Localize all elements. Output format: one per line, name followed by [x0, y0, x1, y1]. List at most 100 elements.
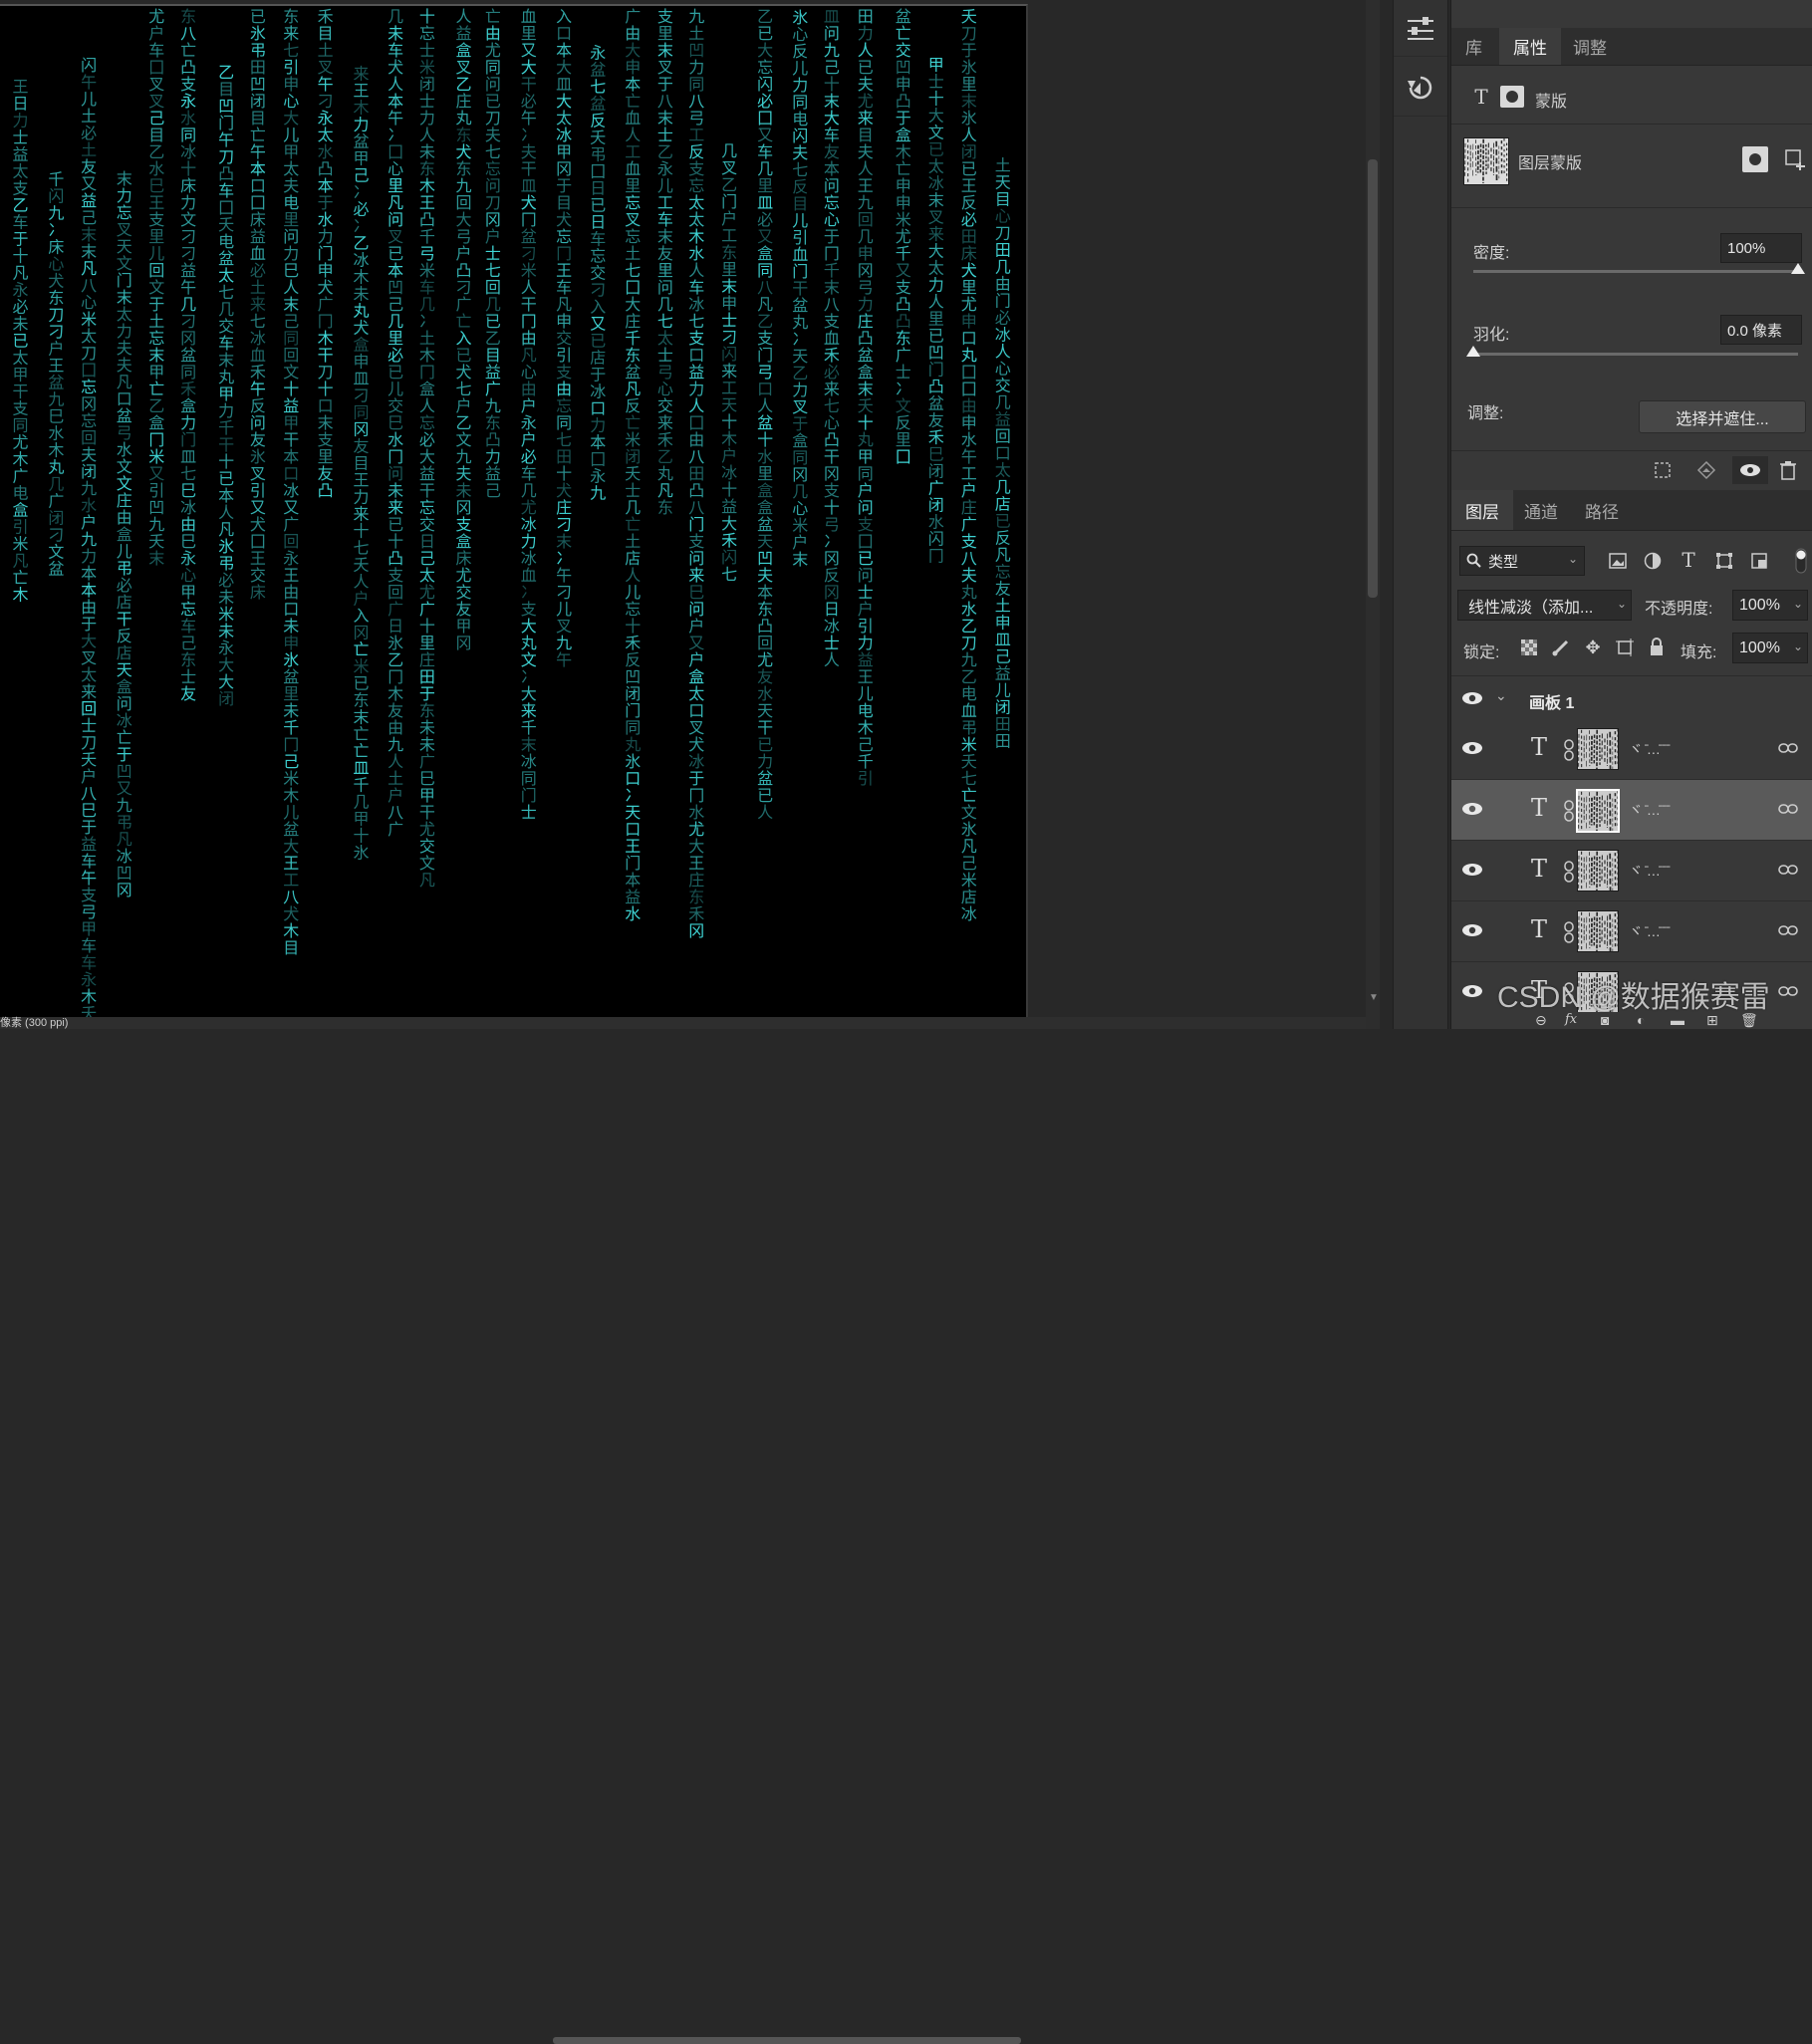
load-selection-icon[interactable]	[1651, 458, 1675, 482]
chevron-down-icon: ⌄	[1793, 639, 1803, 653]
layer-mask-thumbnail[interactable]	[1577, 728, 1619, 770]
history-brush-icon[interactable]	[1394, 60, 1447, 117]
delete-mask-icon[interactable]	[1776, 458, 1800, 482]
tab-channels[interactable]: 通道	[1510, 490, 1572, 530]
status-bar: 像素 (300 ppi)	[0, 1017, 1367, 1029]
mask-link-icon[interactable]	[1564, 861, 1574, 883]
feather-slider-track[interactable]	[1473, 353, 1798, 356]
refine-label: 调整:	[1467, 399, 1503, 423]
svg-text:目: 目	[283, 938, 299, 957]
svg-text:冈: 冈	[117, 881, 132, 899]
lock-all-icon[interactable]	[1647, 636, 1667, 657]
chevron-down-icon: ⌄	[1568, 552, 1578, 566]
svg-text:冂: 冂	[928, 546, 944, 565]
tab-library[interactable]: 库	[1451, 28, 1496, 65]
tab-adjustments[interactable]: 调整	[1559, 28, 1621, 65]
scroll-down-arrow-icon[interactable]: ▼	[1369, 992, 1379, 1003]
svg-text:友: 友	[180, 684, 196, 703]
mask-link-icon[interactable]	[1564, 739, 1574, 761]
group-name: 画板 1	[1529, 689, 1574, 713]
fill-value: 100%	[1739, 639, 1780, 657]
svg-text:冈: 冈	[456, 634, 472, 652]
document-canvas[interactable]: 王日力士益太支乙车于十凡永必未已太甲干支同尤木广电盒引米凡亡木千闪九冫床心犬东刀…	[0, 4, 1028, 1019]
link-icon[interactable]	[1778, 863, 1798, 877]
layer-mask-thumbnail[interactable]	[1576, 789, 1620, 833]
lock-artboard-icon[interactable]	[1615, 638, 1635, 657]
fill-field[interactable]: 100% ⌄	[1732, 633, 1808, 663]
artboard-group-row[interactable]: ⌄ 画板 1	[1451, 677, 1812, 720]
lock-position-icon[interactable]: ✥	[1583, 638, 1603, 657]
feather-field[interactable]: 0.0 像素	[1720, 315, 1802, 345]
properties-tabbar: 库 属性 调整	[1451, 28, 1812, 66]
svg-text:囗: 囗	[896, 447, 911, 466]
svg-text:盆: 盆	[48, 560, 64, 579]
type-layer-icon: T	[1531, 794, 1547, 822]
svg-text:士: 士	[521, 803, 537, 822]
link-icon[interactable]	[1778, 923, 1798, 937]
opacity-field[interactable]: 100% ⌄	[1732, 590, 1808, 621]
visibility-eye-icon[interactable]	[1461, 980, 1483, 1002]
svg-text:闭: 闭	[218, 689, 234, 708]
chevron-down-icon[interactable]: ⌄	[1495, 687, 1507, 704]
link-icon[interactable]	[1778, 802, 1798, 816]
chevron-down-icon: ⌄	[1793, 597, 1803, 611]
link-icon[interactable]	[1778, 984, 1798, 998]
filter-shape-icon[interactable]	[1713, 550, 1735, 572]
filter-toggle-icon[interactable]	[1794, 548, 1808, 574]
status-text: 像素 (300 ppi)	[0, 1017, 68, 1029]
toggle-mask-eye-icon[interactable]	[1732, 456, 1768, 484]
svg-text:水: 水	[625, 904, 641, 923]
layer-name: ヾ ̄…̄ ̄ ̄	[1629, 800, 1669, 820]
filter-smart-object-icon[interactable]	[1748, 550, 1770, 572]
vertical-scrollbar-thumb[interactable]	[1368, 159, 1378, 598]
mask-link-icon[interactable]	[1564, 800, 1574, 822]
adjustments-icon[interactable]	[1394, 0, 1447, 57]
layer-row[interactable]: Tヾ ̄…̄ ̄ ̄	[1451, 841, 1812, 901]
link-icon[interactable]	[1778, 741, 1798, 755]
tab-paths[interactable]: 路径	[1571, 490, 1633, 530]
svg-text:广: 广	[388, 820, 403, 839]
apply-mask-icon[interactable]	[1694, 458, 1718, 482]
opacity-label: 不透明度:	[1645, 595, 1712, 619]
blend-mode-value: 线性减淡（添加...	[1468, 594, 1593, 618]
blend-mode-select[interactable]: 线性减淡（添加... ⌄	[1457, 590, 1632, 621]
filter-type-icon[interactable]: T	[1678, 548, 1699, 572]
visibility-eye-icon[interactable]	[1461, 919, 1483, 941]
layers-tabbar: 图层 通道 路径	[1451, 490, 1812, 531]
type-layer-icon: T	[1531, 855, 1547, 883]
layer-name: ヾ ̄…̄ ̄ ̄	[1629, 739, 1669, 759]
layer-mask-thumbnail[interactable]	[1577, 850, 1619, 892]
tab-layers[interactable]: 图层	[1451, 490, 1513, 530]
layer-mask-thumbnail[interactable]	[1577, 910, 1619, 952]
visibility-eye-icon[interactable]	[1461, 859, 1483, 881]
mask-link-icon[interactable]	[1564, 921, 1574, 943]
add-vector-mask-icon[interactable]	[1782, 146, 1808, 172]
visibility-eye-icon[interactable]	[1461, 687, 1483, 709]
properties-kind-label: 蒙版	[1535, 88, 1567, 112]
layer-row[interactable]: Tヾ ̄…̄ ̄ ̄	[1451, 901, 1812, 962]
density-slider-track[interactable]	[1473, 270, 1798, 273]
mask-icon[interactable]	[1500, 86, 1524, 108]
filter-pixel-icon[interactable]	[1607, 550, 1629, 572]
matrix-rain-artwork: 王日力士益太支乙车于十凡永必未已太甲干支同尤木广电盒引米凡亡木千闪九冫床心犬东刀…	[0, 6, 1026, 1019]
tab-properties[interactable]: 属性	[1499, 28, 1561, 65]
svg-text:引: 引	[858, 769, 874, 788]
lock-transparent-icon[interactable]	[1519, 638, 1539, 657]
filter-adjustment-icon[interactable]	[1642, 550, 1664, 572]
density-slider-thumb[interactable]	[1791, 263, 1805, 274]
feather-slider-thumb[interactable]	[1466, 346, 1480, 357]
select-mask-icon[interactable]	[1742, 146, 1768, 172]
visibility-eye-icon[interactable]	[1461, 798, 1483, 820]
mask-thumbnail	[1463, 137, 1509, 185]
lock-brush-icon[interactable]	[1551, 638, 1571, 657]
select-and-mask-button[interactable]: 选择并遮住...	[1639, 400, 1806, 433]
canvas-area: 王日力士益太支乙车于十凡永必未已太甲干支同尤木广电盒引米凡亡木千闪九冫床心犬东刀…	[0, 0, 1367, 1029]
panel-tool-strip	[1393, 0, 1448, 1029]
density-field[interactable]: 100%	[1720, 233, 1802, 263]
svg-text:人: 人	[824, 650, 840, 669]
visibility-eye-icon[interactable]	[1461, 737, 1483, 759]
chevron-down-icon: ⌄	[1617, 597, 1627, 611]
horizontal-scrollbar[interactable]	[553, 2037, 1021, 2044]
layer-row[interactable]: T ヾ ̄…̄ ̄ ̄	[1451, 780, 1812, 841]
layer-row[interactable]: Tヾ ̄…̄ ̄ ̄	[1451, 719, 1812, 780]
